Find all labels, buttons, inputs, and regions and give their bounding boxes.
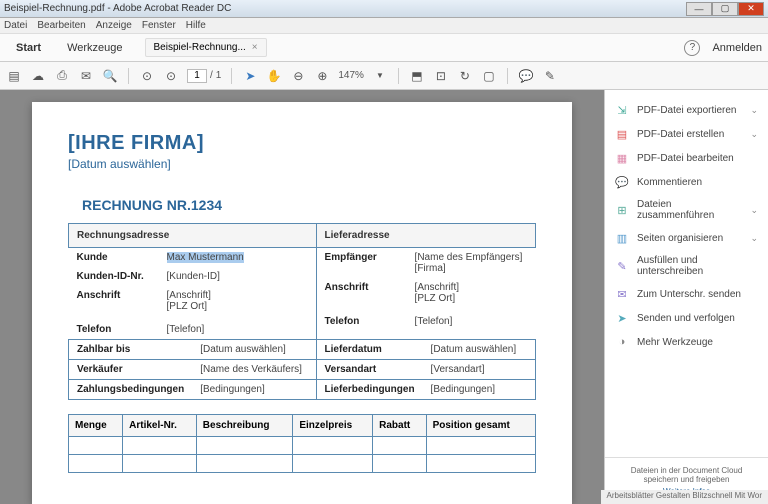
send-track-icon: ➤ <box>615 311 629 325</box>
menubar: Datei Bearbeiten Anzeige Fenster Hilfe <box>0 18 768 34</box>
sidebar-item-combine[interactable]: ⊞Dateien zusammenführen⌄ <box>605 194 768 226</box>
tab-tools[interactable]: Werkzeuge <box>57 38 132 58</box>
company-name: [IHRE FIRMA] <box>68 132 536 155</box>
selected-text: Max Mustermann <box>167 252 244 263</box>
comment-icon: 💬 <box>615 175 629 189</box>
combine-icon: ⊞ <box>615 203 629 217</box>
titlebar: Beispiel-Rechnung.pdf - Adobe Acrobat Re… <box>0 0 768 18</box>
sidebar-item-edit[interactable]: ▦PDF-Datei bearbeiten <box>605 146 768 170</box>
sidebar-item-export[interactable]: ⇲PDF-Datei exportieren⌄ <box>605 98 768 122</box>
page-down-icon[interactable]: ⊙ <box>163 68 179 84</box>
maximize-button[interactable]: ▢ <box>712 2 738 16</box>
more-tools-icon: ◑ <box>615 335 629 349</box>
doc-toolbar: ▤ ☁ ⎙ ✉ 🔍 ⊙ ⊙ / 1 ➤ ✋ ⊖ ⊕ 147% ▼ ⬒ ⊡ ↻ ▢… <box>0 62 768 90</box>
top-toolbar: Start Werkzeuge Beispiel-Rechnung... × ?… <box>0 34 768 62</box>
items-table: MengeArtikel-Nr.Beschreibung Einzelpreis… <box>68 414 536 473</box>
login-button[interactable]: Anmelden <box>712 42 762 54</box>
close-tab-icon[interactable]: × <box>252 42 258 53</box>
zoom-out-icon[interactable]: ⊖ <box>290 68 306 84</box>
shipping-header: Lieferadresse <box>316 224 535 248</box>
sidebar-item-organize[interactable]: ▥Seiten organisieren⌄ <box>605 226 768 250</box>
billing-header: Rechnungsadresse <box>69 224 317 248</box>
rotate-icon[interactable]: ↻ <box>457 68 473 84</box>
sign-icon[interactable]: ✎ <box>542 68 558 84</box>
chevron-down-icon: ⌄ <box>750 233 758 244</box>
zoom-level[interactable]: 147% <box>338 70 364 81</box>
pdf-page: [IHRE FIRMA] [Datum auswählen] RECHNUNG … <box>32 102 572 504</box>
table-row <box>69 437 536 455</box>
separator <box>128 68 129 84</box>
sidebar-item-comment[interactable]: 💬Kommentieren <box>605 170 768 194</box>
sidebar-toggle-icon[interactable]: ▤ <box>6 68 22 84</box>
menu-edit[interactable]: Bearbeiten <box>37 20 85 31</box>
separator <box>507 68 508 84</box>
export-pdf-icon: ⇲ <box>615 103 629 117</box>
window-buttons: — ▢ ✕ <box>686 2 764 16</box>
page-indicator: / 1 <box>187 69 221 83</box>
edit-pdf-icon: ▦ <box>615 151 629 165</box>
page-up-icon[interactable]: ⊙ <box>139 68 155 84</box>
separator <box>231 68 232 84</box>
mail-icon[interactable]: ✉ <box>78 68 94 84</box>
fit-page-icon[interactable]: ⊡ <box>433 68 449 84</box>
page-input[interactable] <box>187 69 207 83</box>
organize-icon: ▥ <box>615 231 629 245</box>
cursor-icon[interactable]: ➤ <box>242 68 258 84</box>
chevron-down-icon: ⌄ <box>750 129 758 140</box>
zoom-in-icon[interactable]: ⊕ <box>314 68 330 84</box>
document-tab[interactable]: Beispiel-Rechnung... × <box>145 38 267 57</box>
chevron-down-icon: ⌄ <box>750 105 758 116</box>
minimize-button[interactable]: — <box>686 2 712 16</box>
create-pdf-icon: ▤ <box>615 127 629 141</box>
view-mode-icon[interactable]: ▢ <box>481 68 497 84</box>
separator <box>398 68 399 84</box>
tab-start[interactable]: Start <box>6 38 51 58</box>
menu-view[interactable]: Anzeige <box>96 20 132 31</box>
sidebar-item-create[interactable]: ▤PDF-Datei erstellen⌄ <box>605 122 768 146</box>
save-icon[interactable]: ☁ <box>30 68 46 84</box>
close-button[interactable]: ✕ <box>738 2 764 16</box>
info-icon[interactable]: ? <box>684 40 700 56</box>
comment-icon[interactable]: 💬 <box>518 68 534 84</box>
address-table: Rechnungsadresse Lieferadresse KundeMax … <box>68 223 536 400</box>
menu-file[interactable]: Datei <box>4 20 27 31</box>
sidebar-item-sendsign[interactable]: ✉Zum Unterschr. senden <box>605 282 768 306</box>
search-icon[interactable]: 🔍 <box>102 68 118 84</box>
fit-width-icon[interactable]: ⬒ <box>409 68 425 84</box>
send-sign-icon: ✉ <box>615 287 629 301</box>
sidebar-item-sendtrack[interactable]: ➤Senden und verfolgen <box>605 306 768 330</box>
hand-icon[interactable]: ✋ <box>266 68 282 84</box>
document-area[interactable]: [IHRE FIRMA] [Datum auswählen] RECHNUNG … <box>0 90 604 504</box>
sidebar-item-more[interactable]: ◑Mehr Werkzeuge <box>605 330 768 354</box>
sidebar-item-fillsign[interactable]: ✎Ausfüllen und unterschreiben <box>605 250 768 282</box>
date-placeholder: [Datum auswählen] <box>68 157 536 171</box>
table-row <box>69 455 536 473</box>
menu-window[interactable]: Fenster <box>142 20 176 31</box>
tools-sidebar: ⇲PDF-Datei exportieren⌄ ▤PDF-Datei erste… <box>604 90 768 504</box>
invoice-title: RECHNUNG NR.1234 <box>82 197 536 213</box>
chevron-down-icon: ⌄ <box>750 205 758 216</box>
fill-sign-icon: ✎ <box>615 259 629 273</box>
print-icon[interactable]: ⎙ <box>54 68 70 84</box>
window-title: Beispiel-Rechnung.pdf - Adobe Acrobat Re… <box>4 3 686 14</box>
zoom-dropdown-icon[interactable]: ▼ <box>372 68 388 84</box>
menu-help[interactable]: Hilfe <box>186 20 206 31</box>
status-text: Arbeitsblätter Gestalten Blitzschnell Mi… <box>601 490 768 504</box>
document-tab-label: Beispiel-Rechnung... <box>154 42 246 53</box>
